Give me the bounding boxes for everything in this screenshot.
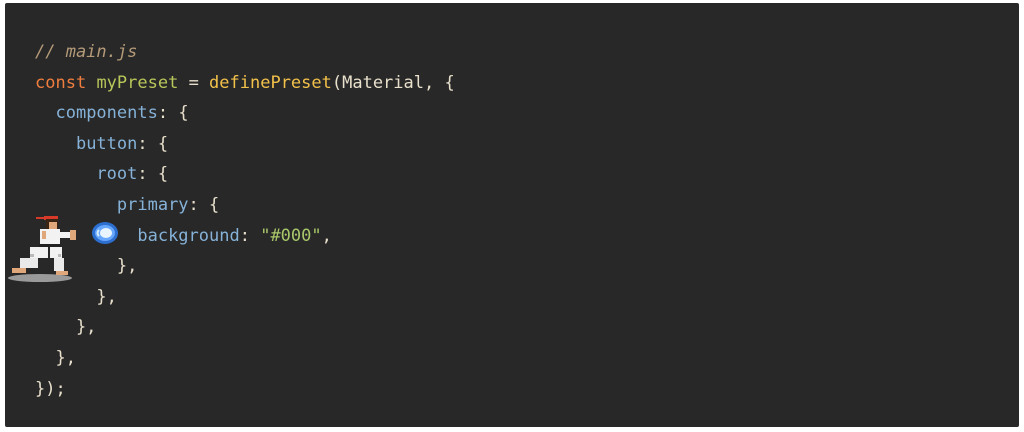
code-line-5: root: {	[35, 159, 455, 190]
code-line-6: primary: {	[35, 190, 455, 221]
code-line-1: // main.js	[35, 37, 455, 68]
property-primary: primary	[116, 194, 189, 215]
code-line-10: },	[35, 312, 455, 343]
code-line-9: },	[35, 282, 455, 313]
code-block: // main.js const myPreset = definePreset…	[5, 3, 1019, 427]
variable-name: myPreset	[96, 72, 179, 93]
closing-brace: },	[35, 347, 76, 368]
punctuation: : {	[137, 164, 169, 185]
punctuation: : {	[157, 103, 189, 124]
punctuation: : {	[137, 133, 169, 154]
comment: // main.js	[35, 42, 138, 62]
punctuation: ,	[321, 225, 332, 246]
code-line-8: },	[35, 251, 455, 282]
punctuation: : {	[188, 194, 220, 215]
string-value: "#000"	[260, 225, 322, 246]
closing-brace: },	[35, 286, 117, 307]
code-line-12: });	[35, 374, 455, 405]
property-root: root	[96, 164, 138, 185]
closing-brace: },	[35, 317, 97, 338]
closing-brace: });	[35, 378, 66, 399]
code-line-4: button: {	[35, 129, 455, 160]
punctuation: :	[239, 225, 261, 246]
property-components: components	[55, 103, 158, 124]
function-name: definePreset	[209, 72, 332, 93]
code-line-11: },	[35, 343, 455, 374]
code-line-3: components: {	[35, 98, 455, 129]
property-background: background	[137, 225, 240, 246]
energy-ball-icon	[92, 222, 118, 244]
keyword-const: const	[35, 72, 87, 93]
property-button: button	[75, 133, 138, 154]
function-args: (Material, {	[331, 72, 455, 93]
code-line-2: const myPreset = definePreset(Material, …	[35, 68, 455, 99]
assignment-operator: =	[178, 72, 210, 93]
fighter-sprite-icon	[8, 216, 76, 282]
